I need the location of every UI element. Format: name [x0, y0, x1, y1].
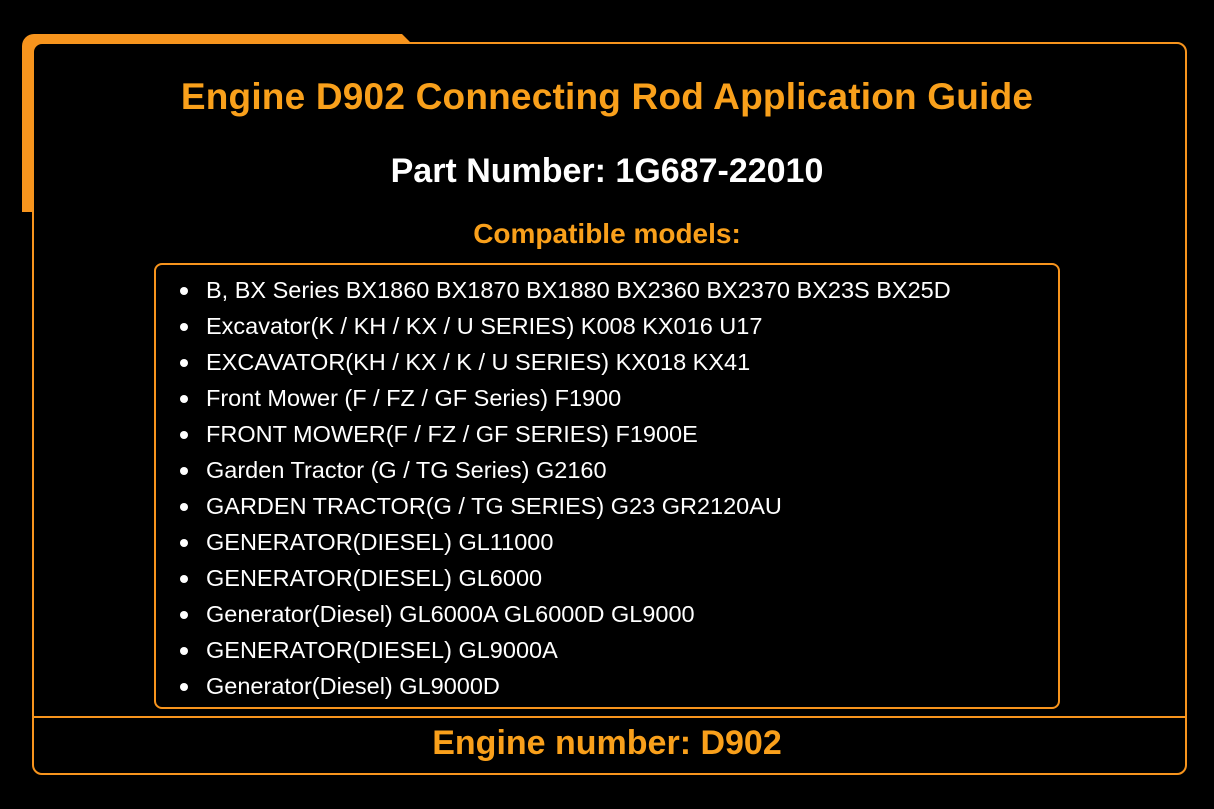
bullet-icon	[180, 323, 188, 331]
model-label: GENERATOR(DIESEL) GL11000	[206, 529, 554, 555]
bullet-icon	[180, 359, 188, 367]
list-item: GENERATOR(DIESEL) GL11000	[178, 527, 1058, 563]
list-item: Garden Tractor (G / TG Series) G2160	[178, 455, 1058, 491]
model-label: GENERATOR(DIESEL) GL6000	[206, 565, 543, 591]
compatible-models-heading: Compatible models:	[473, 218, 741, 249]
list-item: EXCAVATOR(KH / KX / K / U SERIES) KX018 …	[178, 347, 1058, 383]
bullet-icon	[180, 611, 188, 619]
model-label: B, BX Series BX1860 BX1870 BX1880 BX2360…	[206, 277, 951, 303]
list-item: B, BX Series BX1860 BX1870 BX1880 BX2360…	[178, 275, 1058, 311]
list-item: Generator(Diesel) GL9000D	[178, 671, 1058, 707]
model-label: Garden Tractor (G / TG Series) G2160	[206, 457, 607, 483]
model-label: GARDEN TRACTOR(G / TG SERIES) G23 GR2120…	[206, 493, 782, 519]
list-item: FRONT MOWER(F / FZ / GF SERIES) F1900E	[178, 419, 1058, 455]
model-label: Generator(Diesel) GL9000D	[206, 673, 500, 699]
list-item: Front Mower (F / FZ / GF Series) F1900	[178, 383, 1058, 419]
list-item: Excavator(K / KH / KX / U SERIES) K008 K…	[178, 311, 1058, 347]
model-label: Front Mower (F / FZ / GF Series) F1900	[206, 385, 622, 411]
page-title: Engine D902 Connecting Rod Application G…	[180, 76, 1034, 117]
part-number: Part Number: 1G687-22010	[390, 152, 824, 190]
list-item: GARDEN TRACTOR(G / TG SERIES) G23 GR2120…	[178, 491, 1058, 527]
footer-divider	[32, 716, 1187, 718]
model-label: EXCAVATOR(KH / KX / K / U SERIES) KX018 …	[206, 349, 751, 375]
bullet-icon	[180, 503, 188, 511]
compatible-models-box: B, BX Series BX1860 BX1870 BX1880 BX2360…	[154, 263, 1060, 709]
model-label: Excavator(K / KH / KX / U SERIES) K008 K…	[206, 313, 763, 339]
bullet-icon	[180, 575, 188, 583]
compatible-models-list: B, BX Series BX1860 BX1870 BX1880 BX2360…	[156, 265, 1058, 707]
bullet-icon	[180, 395, 188, 403]
model-label: Generator(Diesel) GL6000A GL6000D GL9000	[206, 601, 695, 627]
list-item: GENERATOR(DIESEL) GL6000	[178, 563, 1058, 599]
list-item: Generator(Diesel) GL6000A GL6000D GL9000	[178, 599, 1058, 635]
model-label: GENERATOR(DIESEL) GL9000A	[206, 637, 558, 663]
list-item: GENERATOR(DIESEL) GL9000A	[178, 635, 1058, 671]
bullet-icon	[180, 287, 188, 295]
engine-number: Engine number: D902	[432, 724, 782, 762]
bullet-icon	[180, 683, 188, 691]
bullet-icon	[180, 647, 188, 655]
bullet-icon	[180, 539, 188, 547]
bullet-icon	[180, 431, 188, 439]
model-label: FRONT MOWER(F / FZ / GF SERIES) F1900E	[206, 421, 698, 447]
bullet-icon	[180, 467, 188, 475]
